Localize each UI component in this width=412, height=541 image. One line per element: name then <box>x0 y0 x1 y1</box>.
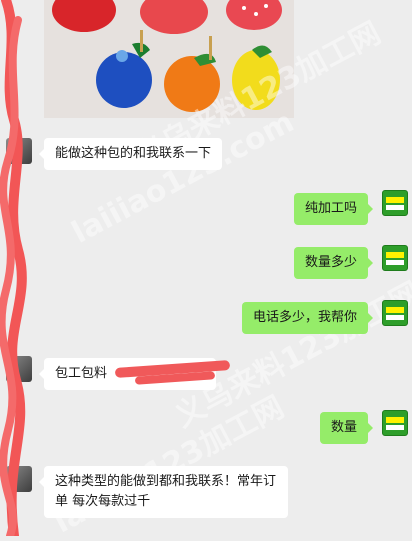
watermark: 义乌来料123加工网 <box>169 275 412 435</box>
message-bubble[interactable]: 这种类型的能做到都和我联系！常年订单 每次每款过千 <box>39 466 288 518</box>
coin-purse-photo <box>44 0 294 118</box>
message-bubble[interactable]: 电话多少，我帮你 <box>241 302 374 334</box>
message-bubble[interactable]: 数量多少 <box>293 247 374 279</box>
contact-avatar[interactable] <box>6 356 32 382</box>
message-text: 包工包料 <box>55 366 108 381</box>
message-bubble[interactable]: 数量 <box>319 412 374 444</box>
user-avatar[interactable] <box>382 245 408 271</box>
message-bubble[interactable]: 纯加工吗 <box>293 193 374 225</box>
contact-avatar[interactable] <box>6 466 32 492</box>
watermark: laiiiao123.com <box>66 104 300 251</box>
user-avatar[interactable] <box>382 300 408 326</box>
user-avatar[interactable] <box>382 190 408 216</box>
contact-avatar[interactable] <box>6 138 32 164</box>
user-avatar[interactable] <box>382 410 408 436</box>
message-bubble[interactable]: 能做这种包的和我联系一下 <box>38 138 223 170</box>
product-photo[interactable] <box>44 0 294 118</box>
scribble-overlay <box>0 0 27 536</box>
